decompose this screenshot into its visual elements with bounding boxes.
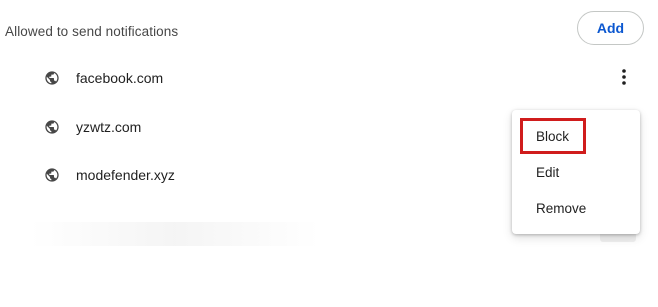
more-actions-button[interactable] xyxy=(612,63,636,91)
site-row: facebook.com xyxy=(0,60,658,96)
globe-icon xyxy=(45,168,59,182)
more-vert-icon xyxy=(622,69,626,85)
context-menu: Block Edit Remove xyxy=(512,110,640,234)
globe-icon xyxy=(45,71,59,85)
menu-item-block[interactable]: Block xyxy=(512,118,640,154)
menu-item-label: Block xyxy=(536,128,570,144)
menu-item-label: Edit xyxy=(536,164,560,180)
site-name: yzwtz.com xyxy=(76,119,142,135)
menu-item-label: Remove xyxy=(536,200,587,216)
menu-item-remove[interactable]: Remove xyxy=(512,190,640,226)
globe-icon xyxy=(45,120,59,134)
menu-item-edit[interactable]: Edit xyxy=(512,154,640,190)
faded-row-placeholder xyxy=(30,222,320,246)
add-site-button[interactable]: Add xyxy=(577,11,644,45)
site-name: modefender.xyz xyxy=(76,167,175,183)
section-title: Allowed to send notifications xyxy=(5,24,179,39)
site-name: facebook.com xyxy=(76,70,164,86)
